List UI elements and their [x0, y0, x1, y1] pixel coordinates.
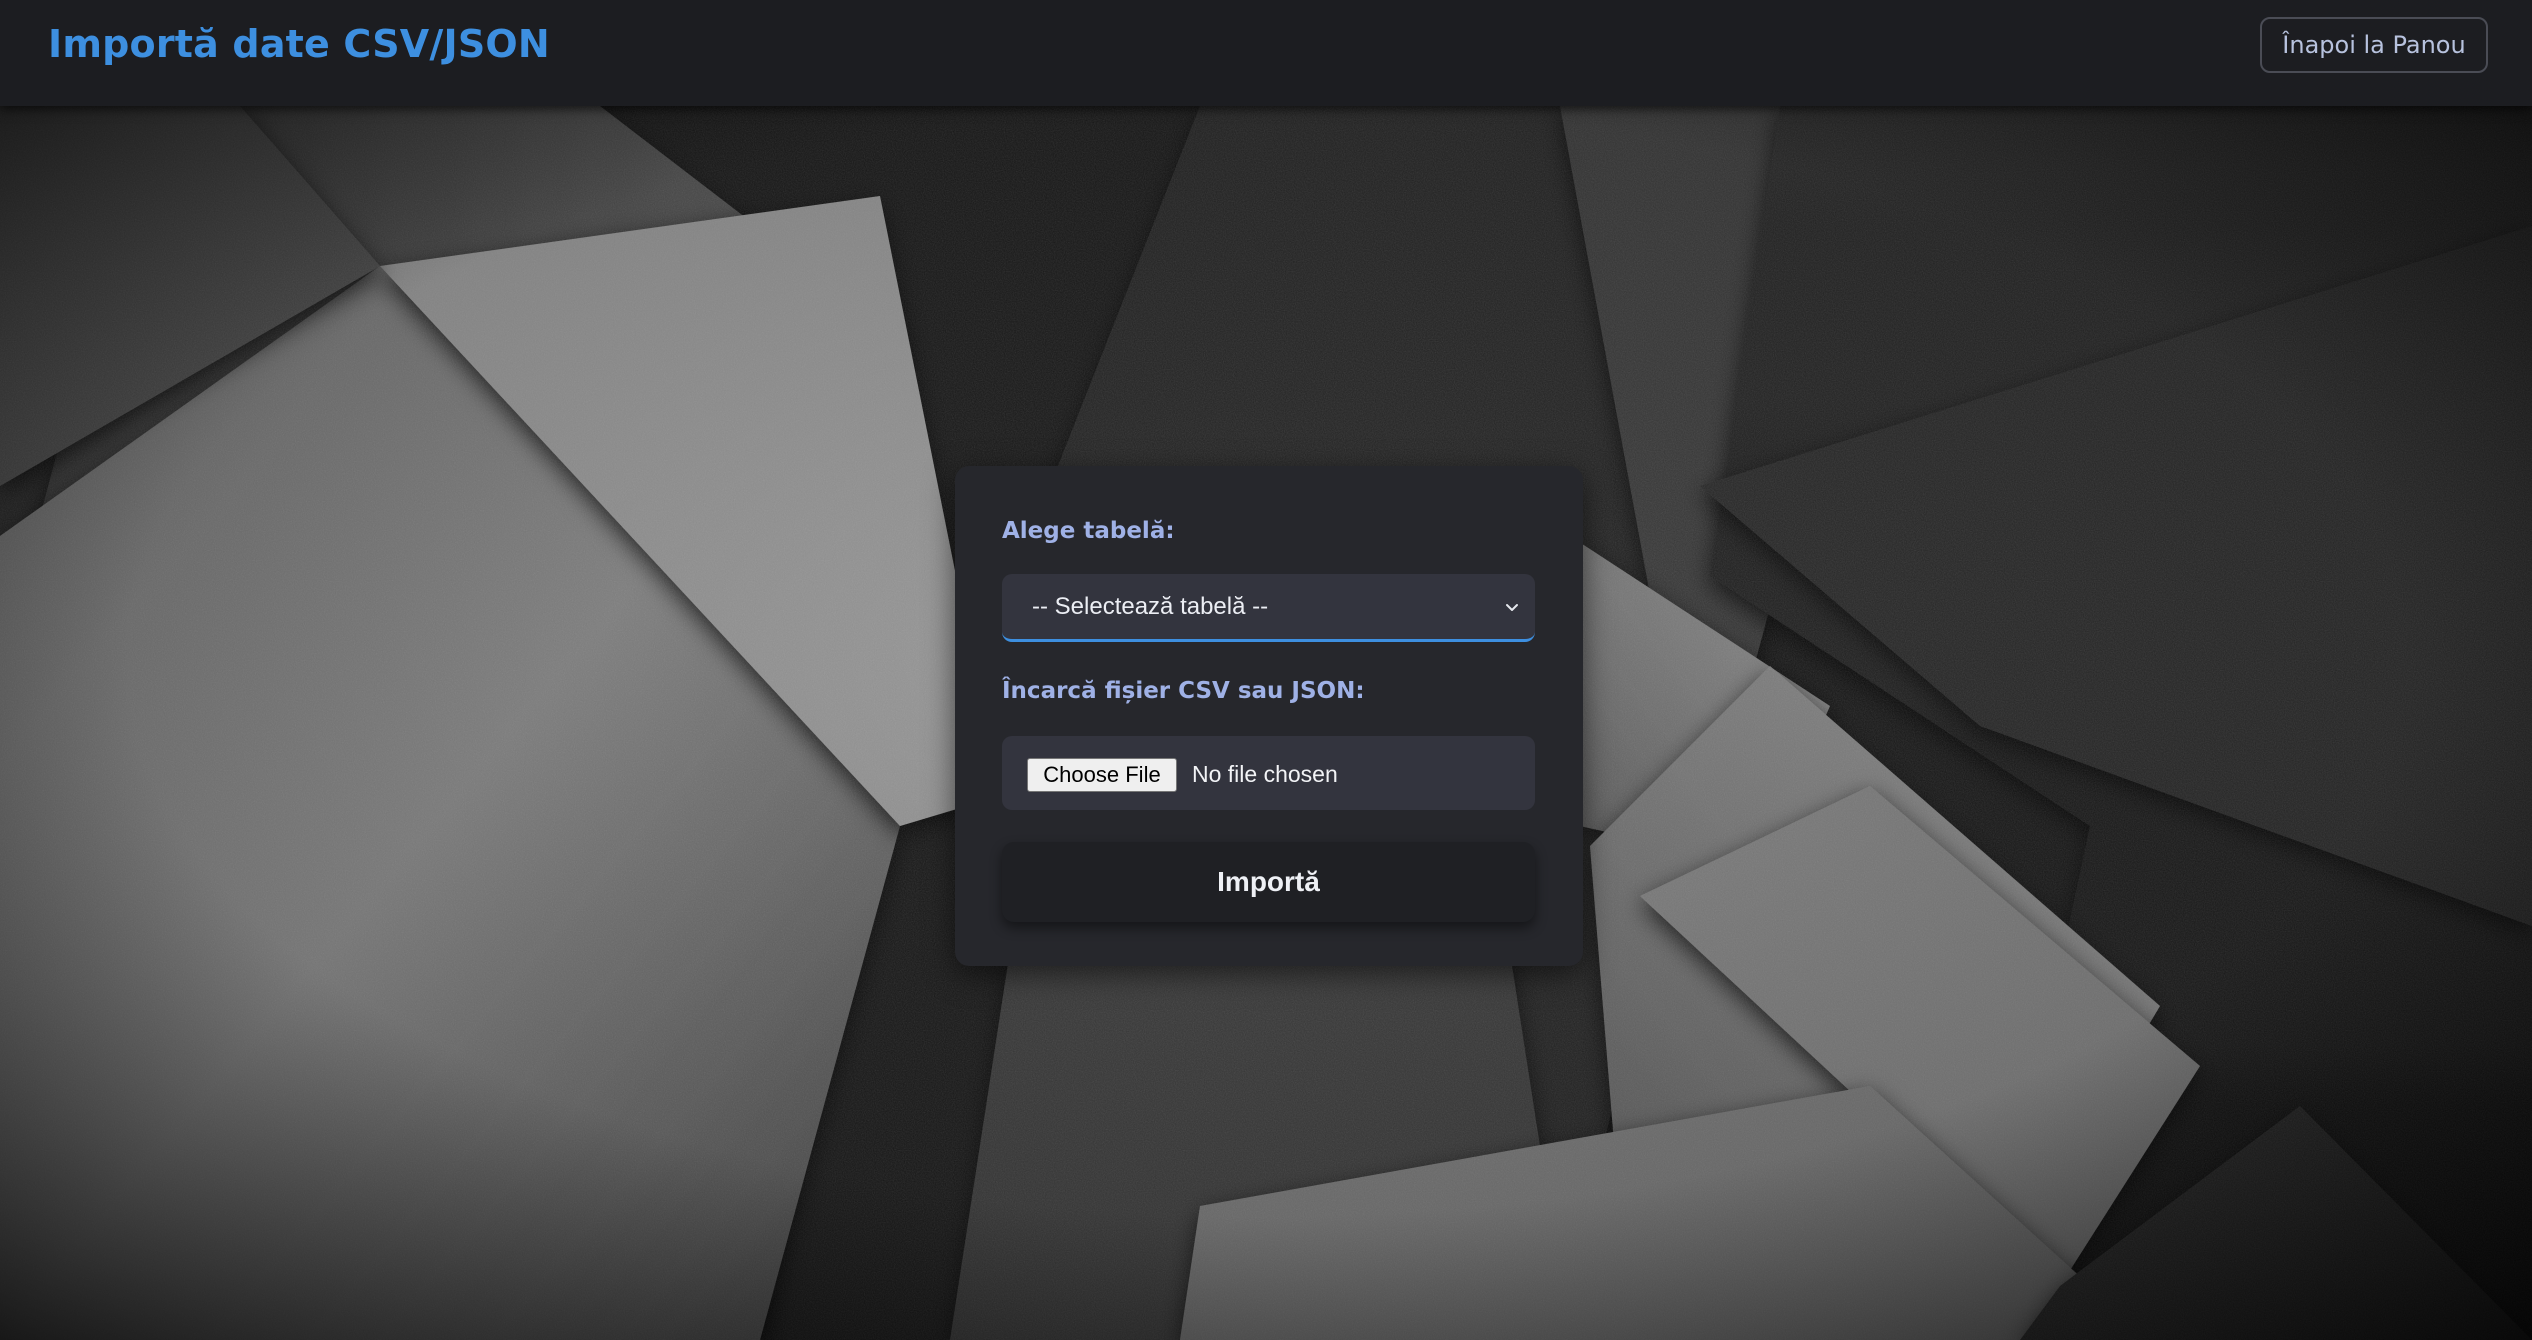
- table-select[interactable]: -- Selectează tabelă --: [1002, 574, 1535, 642]
- top-bar: Importă date CSV/JSON Înapoi la Panou: [0, 0, 2532, 106]
- file-input: Choose File No file chosen: [1002, 736, 1535, 810]
- table-select-label: Alege tabelă:: [1002, 518, 1175, 544]
- choose-file-button[interactable]: Choose File: [1027, 758, 1177, 792]
- page-title: Importă date CSV/JSON: [48, 22, 550, 66]
- file-input-label: Încarcă fișier CSV sau JSON:: [1002, 678, 1365, 704]
- back-to-dashboard-button[interactable]: Înapoi la Panou: [2260, 17, 2488, 73]
- table-select-value: -- Selectează tabelă --: [1032, 593, 1269, 620]
- import-form: Alege tabelă: -- Selectează tabelă -- În…: [955, 466, 1583, 966]
- chevron-down-icon: [1506, 604, 1518, 611]
- file-status-text: No file chosen: [1192, 761, 1338, 787]
- page: Importă date CSV/JSON Înapoi la Panou Al…: [0, 0, 2532, 1340]
- import-button[interactable]: Importă: [1002, 842, 1535, 922]
